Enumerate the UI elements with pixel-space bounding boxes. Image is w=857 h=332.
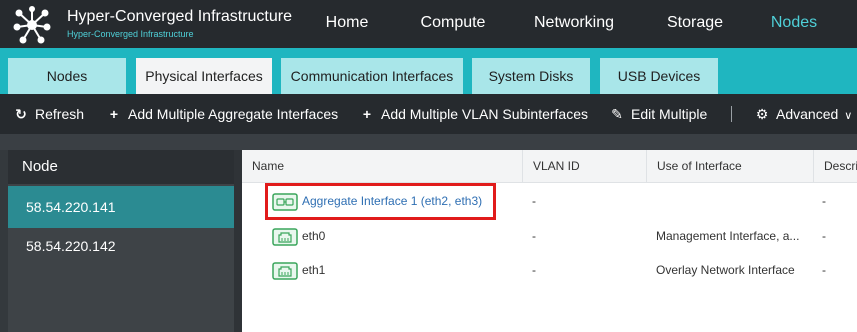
refresh-label: Refresh: [35, 106, 85, 122]
node-list-item[interactable]: 58.54.220.142: [8, 225, 234, 267]
ethernet-port-icon: [272, 228, 298, 246]
interface-name-cell: eth1: [272, 253, 325, 287]
tab-nodes[interactable]: Nodes: [8, 58, 126, 94]
nav-storage[interactable]: Storage: [645, 0, 745, 48]
tab-communication-interfaces[interactable]: Communication Interfaces: [281, 58, 463, 94]
pencil-icon: ✎: [611, 106, 623, 122]
description-cell: -: [822, 229, 826, 243]
highlight-annotation-box: [265, 183, 496, 220]
advanced-dropdown[interactable]: ⚙ Advanced ∨: [754, 94, 853, 134]
top-bar: Hyper-Converged Infrastructure Hyper-Con…: [0, 0, 857, 48]
add-vlan-label: Add Multiple VLAN Subinterfaces: [381, 106, 588, 122]
edit-multiple-button[interactable]: ✎ Edit Multiple: [609, 94, 707, 134]
vlan-id-cell: -: [532, 194, 536, 208]
ethernet-port-icon: [272, 262, 298, 280]
gear-icon: ⚙: [755, 106, 769, 122]
tab-strip: Nodes Physical Interfaces Communication …: [0, 48, 857, 94]
nav-compute[interactable]: Compute: [398, 0, 508, 48]
refresh-icon: ↻: [15, 106, 27, 122]
refresh-button[interactable]: ↻ Refresh: [13, 94, 84, 134]
interface-name-cell: eth0: [272, 219, 325, 253]
add-vlan-subinterfaces-button[interactable]: + Add Multiple VLAN Subinterfaces: [359, 94, 588, 134]
node-panel-header: Node: [8, 150, 234, 184]
advanced-label: Advanced: [776, 106, 839, 122]
add-aggregate-label: Add Multiple Aggregate Interfaces: [128, 106, 339, 122]
tab-usb-devices[interactable]: USB Devices: [600, 58, 718, 94]
description-cell: -: [822, 263, 826, 277]
column-header-name[interactable]: Name: [242, 150, 522, 183]
interfaces-table-header: Name VLAN ID Use of Interface Descri: [242, 150, 857, 183]
app-title: Hyper-Converged Infrastructure: [67, 8, 292, 25]
use-of-interface-cell: Management Interface, a...: [656, 229, 800, 243]
column-header-description[interactable]: Descri: [813, 150, 857, 183]
toolbar: ↻ Refresh + Add Multiple Aggregate Interfa…: [0, 94, 857, 134]
add-aggregate-interfaces-button[interactable]: + Add Multiple Aggregate Interfaces: [106, 94, 338, 134]
vlan-id-cell: -: [532, 263, 536, 277]
interface-name[interactable]: eth0: [302, 229, 325, 243]
vlan-id-cell: -: [532, 229, 536, 243]
plus-icon: +: [109, 106, 119, 122]
tab-system-disks[interactable]: System Disks: [472, 58, 590, 94]
description-cell: -: [822, 194, 826, 208]
cluster-logo-icon: [13, 6, 51, 44]
nav-home[interactable]: Home: [302, 0, 392, 48]
chevron-down-icon: ∨: [844, 110, 853, 122]
toolbar-divider: [731, 106, 732, 122]
panel-divider[interactable]: [234, 150, 242, 332]
nav-networking[interactable]: Networking: [519, 0, 629, 48]
use-of-interface-cell: Overlay Network Interface: [656, 263, 795, 277]
column-header-vlan-id[interactable]: VLAN ID: [522, 150, 647, 183]
interface-name[interactable]: eth1: [302, 263, 325, 277]
content-top-gap: [0, 134, 857, 150]
node-panel-gutter: [0, 150, 8, 332]
tab-physical-interfaces[interactable]: Physical Interfaces: [136, 58, 272, 94]
app-subtitle: Hyper-Converged Infrastructure: [67, 29, 194, 39]
table-row[interactable]: eth0 - Management Interface, a... -: [242, 219, 857, 253]
node-list-item[interactable]: 58.54.220.141: [8, 186, 234, 228]
plus-icon: +: [362, 106, 372, 122]
edit-multiple-label: Edit Multiple: [631, 106, 708, 122]
table-row[interactable]: eth1 - Overlay Network Interface -: [242, 253, 857, 287]
column-header-use-of-interface[interactable]: Use of Interface: [646, 150, 813, 183]
nav-nodes[interactable]: Nodes: [752, 0, 836, 48]
